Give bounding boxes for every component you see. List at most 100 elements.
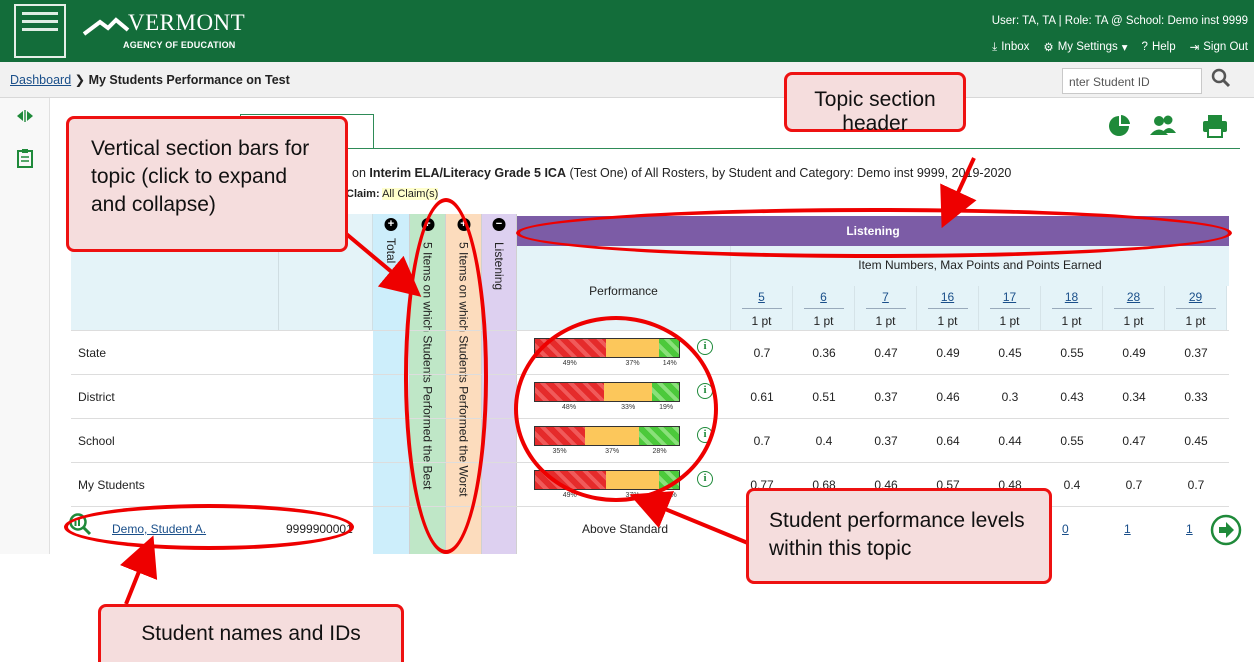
search-icon[interactable]	[1206, 64, 1236, 94]
report-subtitle: on Interim ELA/Literacy Grade 5 ICA (Tes…	[352, 166, 1012, 180]
settings-link[interactable]: ⚙ My Settings ▾	[1043, 40, 1127, 54]
group-users-icon[interactable]	[1146, 109, 1180, 143]
chevron-right-icon: ❯	[74, 73, 89, 87]
callout-topic-header: Topic section header	[784, 72, 966, 135]
item-average-score: 0.33	[1184, 390, 1208, 404]
item-column-header: 6 1 pt	[793, 286, 855, 330]
header-links: ⤓ Inbox ⚙ My Settings ▾ ? Help ⇥ Sign Out	[992, 40, 1248, 55]
sign-out-icon: ⇥	[1189, 42, 1200, 54]
item-average-score: 0.3	[1001, 390, 1019, 404]
item-column-header: 28 1 pt	[1103, 286, 1165, 330]
brand-title: VERMONT	[128, 10, 246, 35]
item-average-score: 0.61	[750, 390, 774, 404]
item-average-score: 0.36	[812, 346, 836, 360]
expand-collapse-icon[interactable]	[16, 108, 34, 124]
print-icon[interactable]	[1198, 109, 1232, 143]
claim-value: All Claim(s)	[382, 188, 439, 200]
item-average-score: 0.37	[874, 434, 898, 448]
student-item-score[interactable]: 0	[1062, 522, 1069, 536]
item-number-link[interactable]: 28	[1113, 290, 1154, 309]
arrow-right-circle-icon[interactable]	[1210, 514, 1242, 546]
item-average-score: 0.4	[815, 434, 833, 448]
item-max-points: 1 pt	[751, 314, 772, 328]
help-link[interactable]: ? Help	[1142, 40, 1176, 54]
question-icon: ?	[1141, 41, 1148, 53]
item-number-link[interactable]: 6	[803, 290, 844, 309]
student-item-score[interactable]: 1	[1124, 522, 1131, 536]
item-average-score: 0.49	[936, 346, 960, 360]
sign-out-link[interactable]: ⇥ Sign Out	[1190, 40, 1248, 54]
item-average-score: 0.64	[936, 434, 960, 448]
tab-divider	[240, 148, 1240, 149]
inbox-link[interactable]: ⤓ Inbox	[992, 40, 1029, 54]
item-max-points: 1 pt	[813, 314, 834, 328]
claim-filter: Claim: All Claim(s)	[346, 188, 439, 200]
brand-subtitle: AGENCY OF EDUCATION	[123, 40, 236, 50]
item-average-score: 0.49	[1122, 346, 1146, 360]
topic-header-highlight	[516, 208, 1232, 258]
item-max-points: 1 pt	[937, 314, 958, 328]
info-icon[interactable]: i	[697, 471, 713, 487]
plus-circle-icon[interactable]: +	[384, 218, 398, 231]
item-max-points: 1 pt	[875, 314, 896, 328]
item-average-score: 0.7	[1187, 478, 1205, 492]
item-average-score: 0.45	[998, 346, 1022, 360]
item-average-score: 0.45	[1184, 434, 1208, 448]
item-average-score: 0.46	[936, 390, 960, 404]
performance-highlight	[514, 316, 718, 502]
row-label: School	[78, 434, 115, 448]
item-max-points: 1 pt	[1061, 314, 1082, 328]
callout-vertical-bars: Vertical section bars for topic (click t…	[66, 116, 348, 252]
gear-icon: ⚙	[1043, 42, 1054, 54]
student-performance-level: Above Standard	[581, 522, 669, 536]
item-average-score: 0.51	[812, 390, 836, 404]
item-column-header: 16 1 pt	[917, 286, 979, 330]
minus-circle-icon[interactable]: −	[492, 218, 506, 231]
breadcrumb-dashboard[interactable]: Dashboard	[10, 73, 71, 87]
item-average-score: 0.4	[1063, 478, 1081, 492]
item-average-score: 0.47	[874, 346, 898, 360]
breadcrumb-current: My Students Performance on Test	[88, 73, 290, 87]
item-number-link[interactable]: 7	[865, 290, 906, 309]
item-column-header: 17 1 pt	[979, 286, 1041, 330]
item-column-header: 18 1 pt	[1041, 286, 1103, 330]
caret-down-icon: ▾	[1121, 42, 1128, 54]
student-names-highlight	[64, 504, 354, 550]
vertical-bars-highlight	[404, 198, 488, 554]
item-column-header: 29 1 pt	[1165, 286, 1227, 330]
item-number-link[interactable]: 16	[927, 290, 968, 309]
item-number-link[interactable]: 29	[1175, 290, 1216, 309]
item-number-link[interactable]: 18	[1051, 290, 1092, 309]
item-average-score: 0.7	[753, 434, 771, 448]
breadcrumb: Dashboard ❯ My Students Performance on T…	[10, 72, 290, 87]
mountain-logo-icon	[82, 17, 130, 36]
item-column-header: 5 1 pt	[731, 286, 793, 330]
callout-performance: Student performance levels within this t…	[746, 488, 1052, 584]
percentage-label: 14%	[662, 492, 677, 499]
item-average-score: 0.37	[1184, 346, 1208, 360]
info-icon[interactable]: i	[697, 339, 713, 355]
item-number-link[interactable]: 17	[989, 290, 1030, 309]
row-label: State	[78, 346, 107, 360]
item-column-header: 7 1 pt	[855, 286, 917, 330]
download-icon: ⤓	[992, 40, 998, 53]
item-average-score: 0.55	[1060, 346, 1084, 360]
user-info: User: TA, TA | Role: TA @ School: Demo i…	[991, 15, 1248, 27]
clipboard-icon[interactable]	[17, 148, 33, 168]
test-name: Interim ELA/Literacy Grade 5 ICA	[369, 166, 566, 180]
item-average-score: 0.37	[874, 390, 898, 404]
item-number-link[interactable]: 5	[741, 290, 782, 309]
item-max-points: 1 pt	[999, 314, 1020, 328]
item-average-score: 0.34	[1122, 390, 1146, 404]
item-average-score: 0.7	[753, 346, 771, 360]
student-id-search-input[interactable]: nter Student ID	[1062, 68, 1202, 94]
item-max-points: 1 pt	[1123, 314, 1144, 328]
row-label: My Students	[78, 478, 145, 492]
row-label: District	[78, 390, 115, 404]
item-average-score: 0.43	[1060, 390, 1084, 404]
item-average-score: 0.55	[1060, 434, 1084, 448]
student-item-score[interactable]: 1	[1186, 522, 1193, 536]
item-average-score: 0.44	[998, 434, 1022, 448]
item-average-score: 0.47	[1122, 434, 1146, 448]
pie-chart-icon[interactable]	[1102, 109, 1136, 143]
